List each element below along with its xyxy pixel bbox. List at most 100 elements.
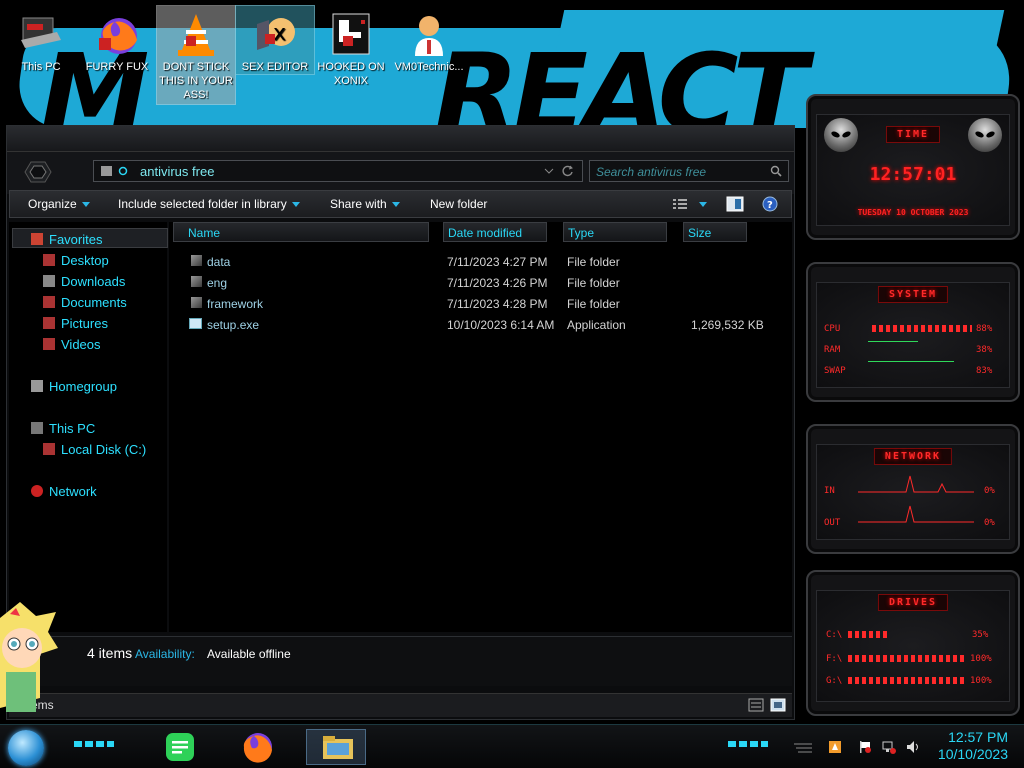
chevron-down-icon[interactable] (544, 167, 554, 175)
preview-pane-icon[interactable] (726, 196, 744, 212)
search-icon[interactable] (770, 165, 782, 177)
svg-text:?: ? (767, 200, 773, 211)
share-with-button[interactable]: Share with (330, 197, 400, 211)
show-desktop-icon[interactable] (792, 741, 814, 755)
file-row[interactable]: data 7/11/2023 4:27 PM File folder (169, 252, 792, 273)
details-view-icon[interactable] (748, 698, 764, 712)
nav-label: Downloads (61, 274, 126, 289)
desktop-icon-sex-editor[interactable]: x SEX EDITOR (235, 5, 315, 75)
explorer-window[interactable]: antivirus free Search antivirus free Org… (6, 125, 795, 720)
help-icon[interactable]: ? (762, 196, 778, 212)
gadget-title: SYSTEM (877, 286, 949, 303)
net-out-label: OUT (824, 518, 841, 528)
file-name: eng (207, 276, 228, 290)
column-header-type[interactable]: Type (563, 222, 667, 242)
window-titlebar[interactable] (7, 126, 794, 152)
star-icon (31, 233, 43, 245)
drive-c-label: C:\ (826, 630, 843, 640)
desktop-icon (43, 254, 55, 266)
file-row[interactable]: framework 7/11/2023 4:28 PM File folder (169, 294, 792, 315)
firefox-icon (93, 10, 141, 58)
nav-downloads[interactable]: Downloads (43, 274, 125, 289)
command-toolbar: Organize Include selected folder in libr… (9, 190, 792, 218)
desktop-icon-this-pc[interactable]: This PC (2, 6, 80, 74)
nav-videos[interactable]: Videos (43, 337, 101, 352)
system-clock[interactable]: 12:57 PM 10/10/2023 (938, 729, 1008, 763)
desktop-icon-hooked-on-xonix[interactable]: HOOKED ON XONIX (312, 6, 390, 88)
view-options-icon[interactable] (672, 197, 688, 211)
xonix-icon (327, 10, 375, 58)
nav-network[interactable]: Network (31, 484, 97, 499)
chevron-down-icon[interactable] (699, 202, 707, 207)
nav-pictures[interactable]: Pictures (43, 316, 108, 331)
address-text: antivirus free (140, 164, 215, 179)
address-field[interactable]: antivirus free (93, 160, 583, 182)
nav-label: Favorites (49, 232, 103, 247)
tray-app-icon[interactable] (828, 740, 842, 754)
nav-local-disk[interactable]: Local Disk (C:) (43, 442, 146, 457)
organize-label: Organize (28, 197, 77, 211)
nav-documents[interactable]: Documents (43, 295, 127, 310)
taskbar-notes-app[interactable] (154, 729, 206, 765)
nav-homegroup[interactable]: Homegroup (31, 379, 117, 394)
file-list: Name Date modified Type Size data 7/11/2… (169, 222, 792, 632)
drive-f-value: 100% (970, 654, 992, 664)
file-date: 7/11/2023 4:27 PM (447, 255, 548, 269)
taskbar-file-explorer[interactable] (306, 729, 366, 765)
ram-label: RAM (824, 345, 841, 355)
navigation-pane: Favorites Desktop Downloads Documents Pi… (9, 222, 168, 632)
desktop-icon-vm0technic[interactable]: VM0Technic... (390, 6, 468, 74)
nav-this-pc[interactable]: This PC (31, 421, 95, 436)
network-status-icon[interactable] (882, 740, 896, 754)
firefox-icon (243, 733, 272, 763)
desktop-icon-furry-fux[interactable]: FURRY FUX (78, 6, 156, 74)
desktop-icon-dont-stick[interactable]: DONT STICK THIS IN YOUR ASS! (156, 5, 236, 105)
net-in-value: 0% (984, 486, 995, 496)
file-date: 7/11/2023 4:26 PM (447, 276, 548, 290)
organize-button[interactable]: Organize (28, 197, 90, 211)
column-header-name[interactable]: Name (173, 222, 429, 242)
search-field[interactable]: Search antivirus free (589, 160, 789, 182)
system-gadget: SYSTEM CPU 88% RAM 38% SWAP 83% (806, 262, 1020, 402)
taskbar-firefox[interactable] (232, 729, 284, 765)
back-forward-orb-icon[interactable] (21, 158, 55, 186)
volume-icon[interactable] (906, 740, 920, 754)
status-bar: ems (9, 693, 792, 717)
column-header-size[interactable]: Size (683, 222, 747, 242)
availability-label: Availability: (135, 647, 195, 661)
nav-favorites[interactable]: Favorites (31, 232, 102, 247)
file-row[interactable]: setup.exe 10/10/2023 6:14 AM Application… (169, 315, 792, 336)
large-icons-view-icon[interactable] (770, 698, 786, 712)
file-row[interactable]: eng 7/11/2023 4:26 PM File folder (169, 273, 792, 294)
file-type: Application (567, 318, 626, 332)
drive-g-value: 100% (970, 676, 992, 686)
nav-desktop[interactable]: Desktop (43, 253, 109, 268)
clock-time: 12:57 PM (948, 729, 1008, 745)
start-button[interactable] (8, 730, 44, 766)
chevron-down-icon (291, 202, 300, 208)
file-type: File folder (567, 255, 620, 269)
gadget-title: NETWORK (873, 448, 953, 465)
action-center-flag-icon[interactable] (858, 740, 872, 754)
swap-label: SWAP (824, 366, 846, 376)
new-folder-button[interactable]: New folder (430, 197, 487, 211)
folder-icon (191, 297, 202, 308)
alien-head-icon (968, 118, 1002, 152)
column-header-date[interactable]: Date modified (443, 222, 547, 242)
desktop-icon-label: This PC (21, 61, 61, 73)
homegroup-icon (31, 380, 43, 392)
network-gadget: NETWORK IN 0% OUT 0% (806, 424, 1020, 554)
ram-graph-line (868, 341, 918, 342)
nav-label: This PC (49, 421, 96, 436)
cartoon-character-image (0, 602, 58, 712)
include-in-library-button[interactable]: Include selected folder in library (118, 197, 300, 211)
file-name: framework (207, 297, 264, 311)
search-placeholder: Search antivirus free (596, 165, 707, 179)
folder-icon (191, 276, 202, 287)
refresh-icon[interactable] (562, 165, 574, 177)
taskbar: 12:57 PM 10/10/2023 (0, 724, 1024, 768)
details-pane: 4 items Availability: Available offline (9, 636, 792, 686)
hard-drive-icon (43, 443, 55, 455)
desktop-icon-label: DONT STICK THIS IN YOUR ASS! (159, 61, 233, 101)
computer-icon (31, 422, 43, 434)
